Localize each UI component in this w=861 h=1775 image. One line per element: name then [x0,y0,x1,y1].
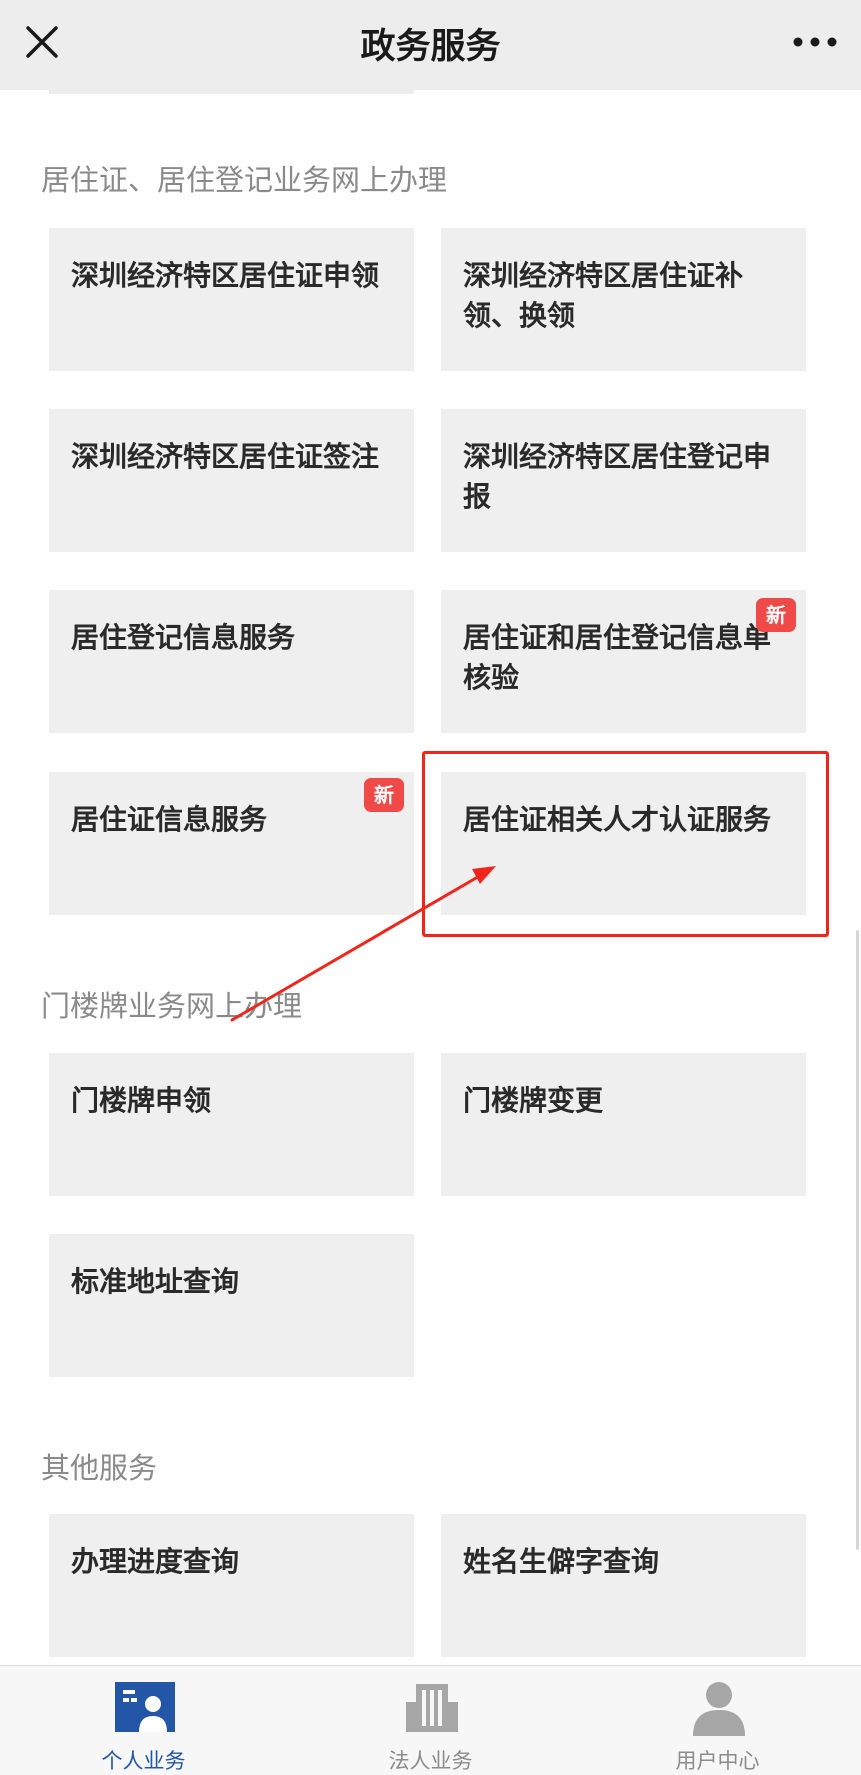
service-card[interactable]: 标准地址查询 [49,1234,414,1377]
service-card-label: 深圳经济特区居住登记申报 [463,440,772,513]
service-card[interactable]: 深圳经济特区居住证补领、换领 [441,228,806,371]
previous-card-edge [49,90,414,94]
service-card-label: 门楼牌申领 [71,1084,212,1117]
tab-personal-business[interactable]: 个人业务 [0,1666,287,1775]
page-title: 政务服务 [360,27,501,67]
more-dots-icon [793,37,837,47]
service-card[interactable]: 居住证和居住登记信息单核验 [441,590,806,733]
service-card-label: 深圳经济特区居住证申领 [71,259,380,292]
service-card-talent-certification[interactable]: 居住证相关人才认证服务 [441,772,806,915]
service-card-label: 深圳经济特区居住证补领、换领 [463,259,744,332]
service-card-label: 居住登记信息服务 [71,621,296,654]
service-card[interactable]: 深圳经济特区居住登记申报 [441,409,806,552]
building-icon [406,1684,458,1732]
service-card-label: 居住证和居住登记信息单核验 [463,621,772,694]
section-heading-residence-permit: 居住证、居住登记业务网上办理 [41,163,448,197]
new-badge: 新 [756,598,796,632]
tab-corporate-business[interactable]: 法人业务 [287,1666,574,1775]
tab-label: 法人业务 [388,1749,473,1773]
tab-label: 用户中心 [675,1749,760,1773]
service-card-label: 居住证信息服务 [71,803,268,836]
new-badge: 新 [364,778,404,812]
service-card-label: 深圳经济特区居住证签注 [71,440,380,473]
scrollbar[interactable] [856,930,859,1550]
service-card[interactable]: 门楼牌变更 [441,1053,806,1196]
service-card[interactable]: 姓名生僻字查询 [441,1514,806,1657]
bottom-tab-bar: 个人业务 法人业务 用户中心 [0,1665,861,1775]
service-card-label: 姓名生僻字查询 [463,1545,660,1578]
service-card-label: 门楼牌变更 [463,1084,604,1117]
more-button[interactable] [787,22,843,62]
service-card[interactable]: 深圳经济特区居住证签注 [49,409,414,552]
person-card-icon [115,1682,175,1732]
user-icon [693,1682,745,1736]
section-heading-other-services: 其他服务 [41,1451,158,1485]
tab-user-center[interactable]: 用户中心 [574,1666,861,1775]
service-card[interactable]: 居住登记信息服务 [49,590,414,733]
service-card-label: 标准地址查询 [71,1265,240,1298]
service-card[interactable]: 门楼牌申领 [49,1053,414,1196]
service-card[interactable]: 居住证信息服务 [49,772,414,915]
title-bar: 政务服务 [0,0,861,90]
service-card-label: 居住证相关人才认证服务 [463,803,772,836]
tab-label: 个人业务 [101,1749,186,1773]
service-card[interactable]: 办理进度查询 [49,1514,414,1657]
service-card-label: 办理进度查询 [71,1545,240,1578]
service-card[interactable]: 深圳经济特区居住证申领 [49,228,414,371]
section-heading-house-number: 门楼牌业务网上办理 [41,989,303,1023]
